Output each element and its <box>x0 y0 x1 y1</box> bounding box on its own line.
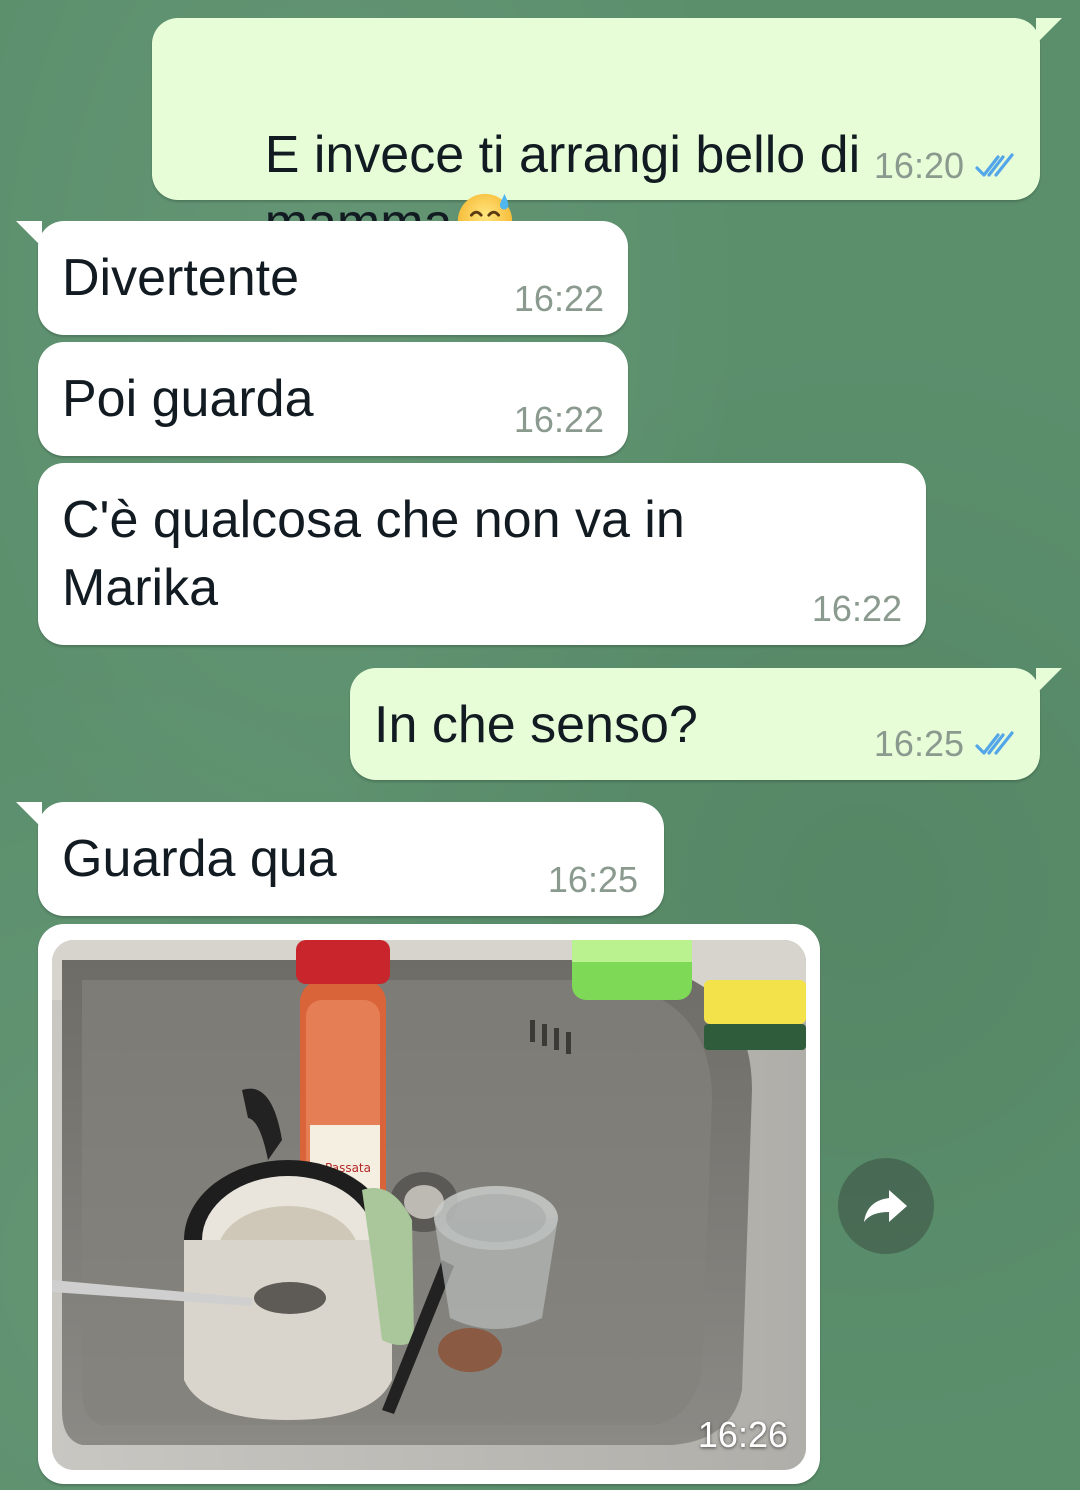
double-check-icon <box>975 731 1014 755</box>
sink-photo[interactable]: Passata 16:26 <box>52 940 806 1470</box>
message-bubble-outgoing[interactable]: In che senso? 16:25 <box>350 668 1062 780</box>
forward-button[interactable] <box>838 1158 934 1254</box>
message-time: 16:25 <box>547 859 638 900</box>
message-meta: 16:20 <box>874 148 1018 184</box>
message-text: Guarda qua <box>62 830 337 888</box>
message-bubble-outgoing[interactable]: E invece ti arrangi bello di mamma 16:20 <box>152 18 1062 252</box>
message-time: 16:22 <box>513 399 604 440</box>
forward-icon <box>864 1190 907 1222</box>
message-bubble-incoming[interactable]: Guarda qua 16:25 <box>16 802 664 916</box>
message-time: 16:22 <box>513 278 604 319</box>
message-text: In che senso? <box>374 696 698 754</box>
message-bubble-incoming[interactable]: Poi guarda 16:22 <box>38 342 628 456</box>
message-time: 16:25 <box>873 723 964 764</box>
sink-photo-illustration: Passata <box>52 940 806 1470</box>
chat-area[interactable]: E invece ti arrangi bello di mamma 16:20 <box>0 0 1080 1490</box>
photo-time: 16:26 <box>697 1414 788 1455</box>
message-text: C'è qualcosa che non va in <box>62 491 685 549</box>
message-text: Poi guarda <box>62 370 314 428</box>
photo-message-bubble[interactable]: Passata 16:26 <box>38 924 820 1484</box>
message-text: Divertente <box>62 249 299 307</box>
message-bubble-incoming[interactable]: C'è qualcosa che non va in Marika 16:22 <box>38 463 926 645</box>
message-time: 16:20 <box>873 145 964 186</box>
double-check-icon <box>975 153 1014 177</box>
message-bubble-incoming[interactable]: Divertente 16:22 <box>16 221 628 335</box>
message-time: 16:22 <box>811 588 902 629</box>
message-meta: 16:25 <box>874 726 1018 762</box>
message-text: Marika <box>62 559 219 617</box>
